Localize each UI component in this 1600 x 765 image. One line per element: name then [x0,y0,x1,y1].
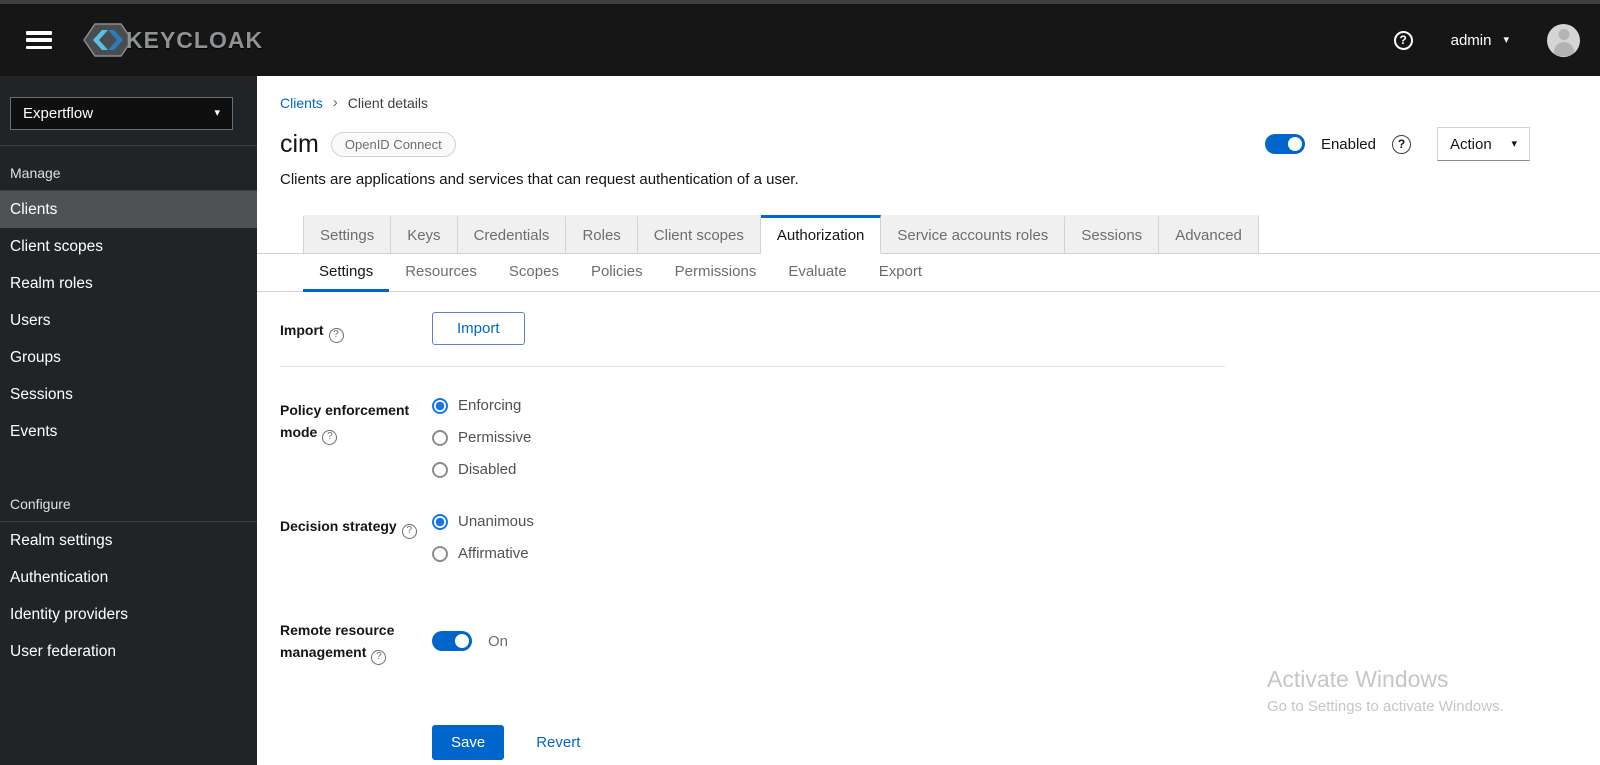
chevron-down-icon: ▾ [1511,137,1517,150]
help-icon[interactable]: ? [328,327,344,343]
subtab-permissions[interactable]: Permissions [659,254,773,292]
breadcrumb-current: Client details [347,94,428,111]
form-divider [280,366,1225,367]
remote-resource-state: On [488,632,509,650]
policy-enforcement-row: Policy enforcement mode? Enforcing Permi… [280,392,1600,478]
keycloak-logo: KEYCLOAK [82,20,263,60]
realm-select[interactable]: Expertflow ▾ [10,97,233,130]
sidebar-divider [0,145,257,146]
decision-strategy-row: Decision strategy? Unanimous Affirmative [280,508,1600,562]
username: admin [1450,31,1492,49]
decision-strategy-label: Decision strategy? [280,508,432,562]
policy-enforcement-options: Enforcing Permissive Disabled [432,392,531,478]
sidebar: Expertflow ▾ Manage Clients Client scope… [0,76,257,765]
protocol-badge: OpenID Connect [330,131,456,157]
main-content: Clients › Client details cim OpenID Conn… [257,76,1600,765]
subtab-evaluate[interactable]: Evaluate [772,254,862,292]
tab-credentials[interactable]: Credentials [457,215,567,253]
brand-text: KEYCLOAK [126,26,264,53]
main-tab-bar: Settings Keys Credentials Roles Client s… [257,215,1600,254]
policy-enforcement-label: Policy enforcement mode? [280,392,432,478]
header-actions: ? admin ▾ [1393,23,1580,57]
sidebar-item-authentication[interactable]: Authentication [0,559,257,596]
page-title: cim [280,129,319,158]
nav-group-title: Manage [0,159,257,191]
sidebar-item-realm-roles[interactable]: Realm roles [0,265,257,302]
action-dropdown-value: Action [1450,135,1492,153]
breadcrumb: Clients › Client details [257,76,1600,111]
tab-settings[interactable]: Settings [303,215,392,253]
action-dropdown[interactable]: Action ▾ [1437,127,1530,161]
subtab-resources[interactable]: Resources [389,254,493,292]
radio-affirmative[interactable]: Affirmative [432,545,534,562]
nav-group-configure: Configure Realm settings Authentication … [0,490,257,670]
authorization-settings-form: Import? Import Policy enforcement mode? … [257,292,1600,760]
sidebar-item-events[interactable]: Events [0,413,257,450]
remote-resource-toggle[interactable] [432,631,472,652]
radio-enforcing[interactable]: Enforcing [432,397,531,414]
tab-authorization[interactable]: Authorization [760,215,882,254]
tab-keys[interactable]: Keys [391,215,458,253]
subtab-settings[interactable]: Settings [303,254,390,292]
user-menu[interactable]: admin ▾ [1451,32,1509,49]
import-button[interactable]: Import [432,312,525,345]
radio-unanimous[interactable]: Unanimous [432,513,534,530]
nav-group-title: Configure [0,490,257,522]
radio-checked-icon [432,513,448,530]
chevron-down-icon: ▾ [1503,33,1509,46]
avatar[interactable] [1547,23,1580,57]
sidebar-item-groups[interactable]: Groups [0,339,257,376]
subtab-policies[interactable]: Policies [575,254,659,292]
form-action-row: Save Revert [432,724,1600,760]
radio-checked-icon [432,397,448,414]
decision-strategy-options: Unanimous Affirmative [432,508,534,562]
title-row: cim OpenID Connect Enabled ? Action ▾ [257,111,1600,161]
breadcrumb-clients-link[interactable]: Clients [280,95,323,111]
import-row: Import? Import [280,312,1600,345]
app-header: KEYCLOAK ? admin ▾ [0,4,1600,76]
radio-permissive[interactable]: Permissive [432,429,531,446]
remote-resource-label: Remote resource management? [280,612,432,665]
subtab-scopes[interactable]: Scopes [493,254,575,292]
breadcrumb-separator-icon: › [332,94,338,111]
title-controls: Enabled ? Action ▾ [1264,127,1530,161]
sidebar-item-client-scopes[interactable]: Client scopes [0,228,257,265]
import-label: Import? [280,312,432,345]
realm-select-value: Expertflow [23,105,94,122]
hamburger-menu-icon[interactable] [26,31,52,49]
enabled-label: Enabled [1320,135,1376,153]
tab-advanced[interactable]: Advanced [1159,215,1259,253]
help-icon[interactable]: ? [1392,134,1411,154]
radio-unchecked-icon [432,545,448,562]
radio-disabled[interactable]: Disabled [432,461,531,478]
chevron-down-icon: ▾ [214,107,220,119]
help-icon[interactable]: ? [322,429,338,445]
sidebar-item-sessions[interactable]: Sessions [0,376,257,413]
help-icon[interactable]: ? [401,523,417,539]
page-description: Clients are applications and services th… [280,171,799,188]
enabled-toggle[interactable] [1264,134,1305,154]
help-icon[interactable]: ? [371,649,387,665]
subtab-export[interactable]: Export [863,254,938,292]
radio-unchecked-icon [432,429,448,446]
help-icon[interactable]: ? [1393,30,1413,50]
tab-service-accounts-roles[interactable]: Service accounts roles [881,215,1066,253]
sidebar-item-identity-providers[interactable]: Identity providers [0,596,257,633]
sidebar-item-user-federation[interactable]: User federation [0,633,257,670]
revert-link[interactable]: Revert [536,734,580,751]
sidebar-item-clients[interactable]: Clients [0,191,257,228]
sidebar-item-users[interactable]: Users [0,302,257,339]
nav-group-manage: Manage Clients Client scopes Realm roles… [0,159,257,450]
remote-resource-row: Remote resource management? On [280,612,1600,665]
save-button[interactable]: Save [432,724,505,760]
sub-tab-bar: Settings Resources Scopes Policies Permi… [257,254,1600,292]
tab-roles[interactable]: Roles [566,215,638,253]
sidebar-item-realm-settings[interactable]: Realm settings [0,522,257,559]
tab-sessions[interactable]: Sessions [1065,215,1160,253]
tab-client-scopes[interactable]: Client scopes [637,215,761,253]
radio-unchecked-icon [432,461,448,478]
